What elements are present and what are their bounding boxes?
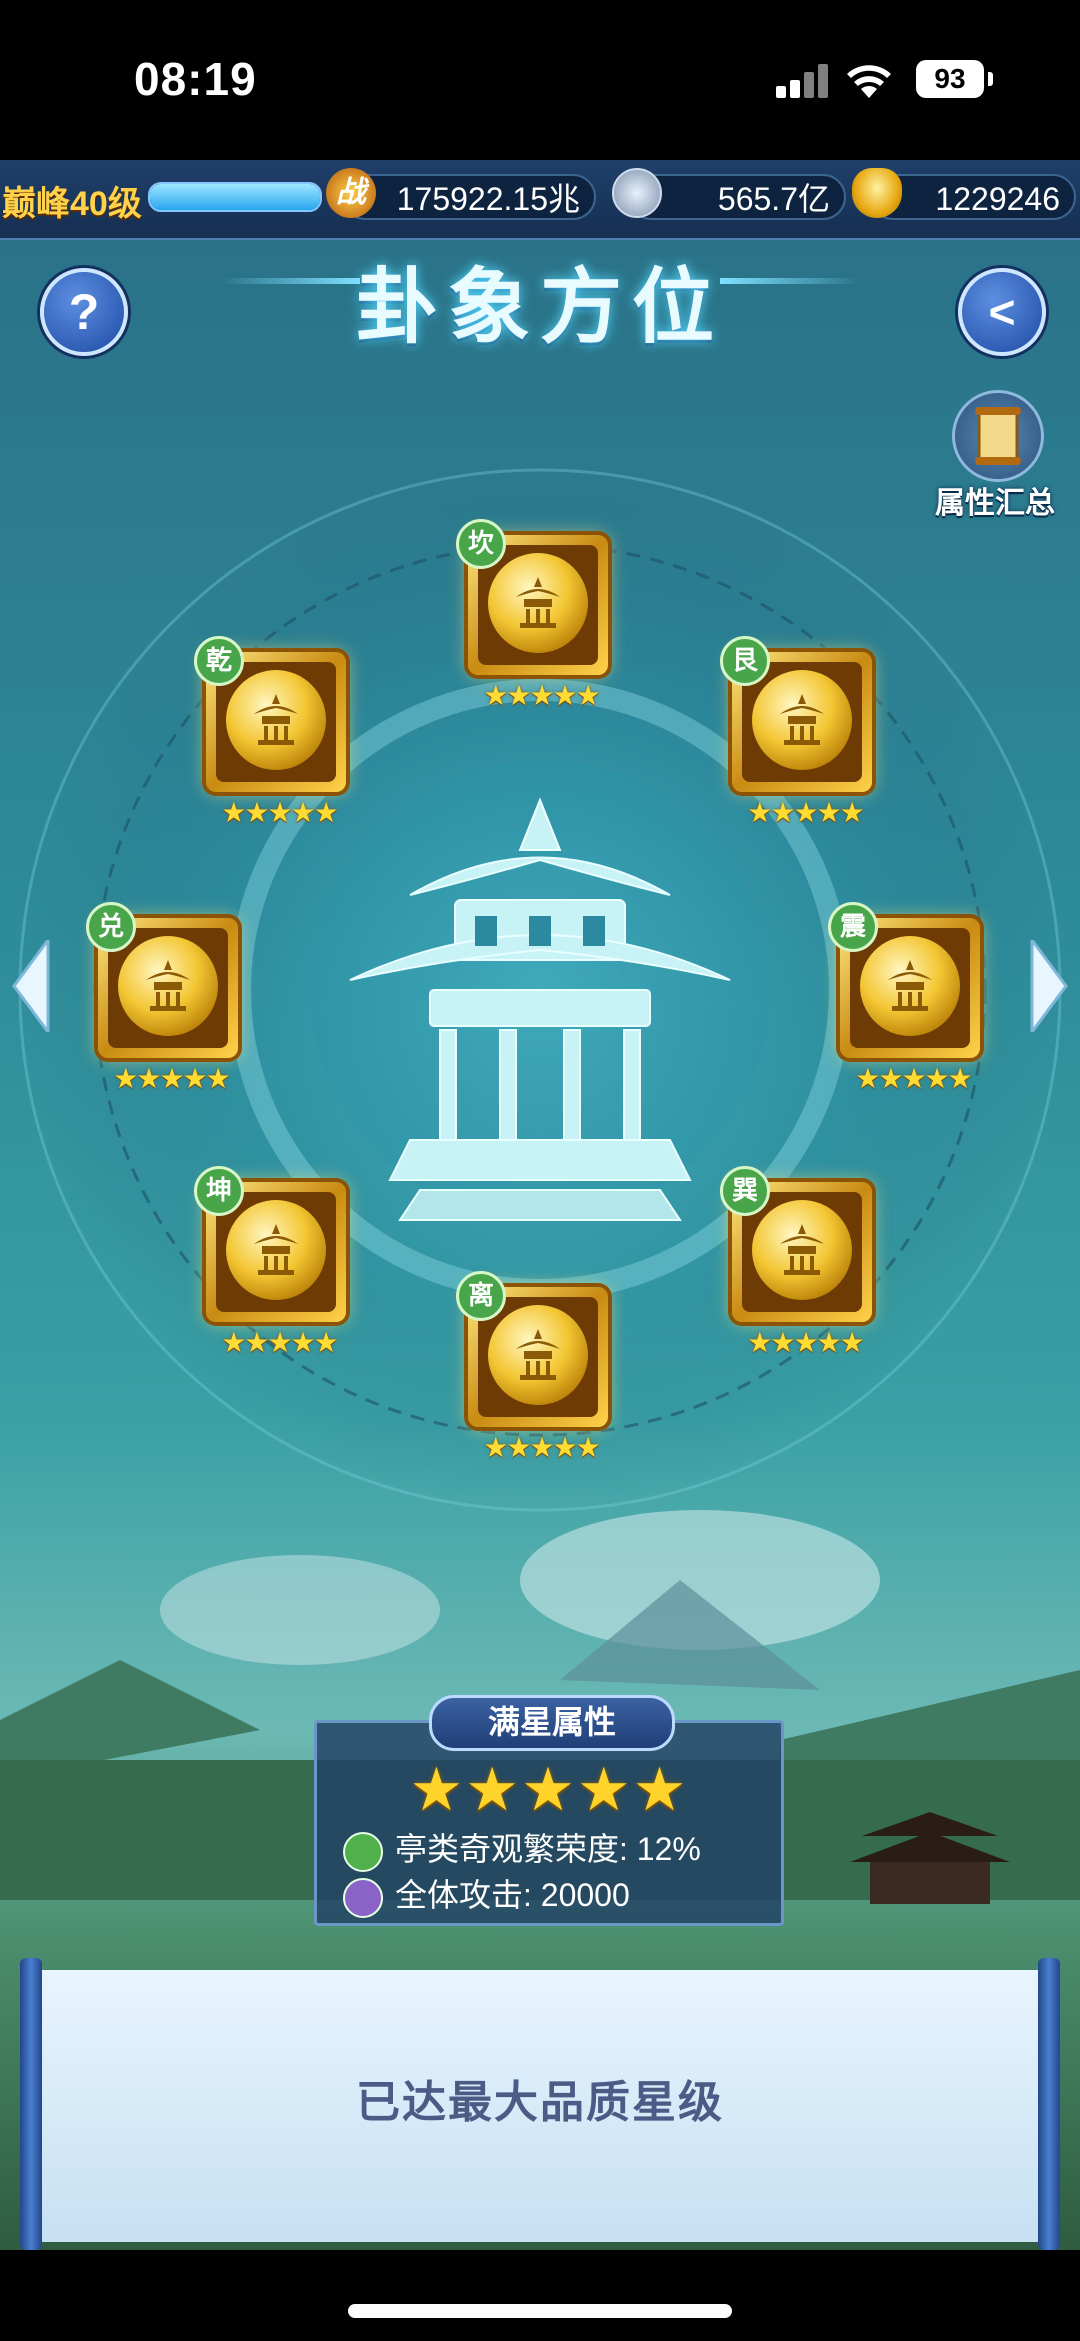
pavilion-orb-icon (226, 670, 326, 770)
trigram-slot[interactable]: 巽 ★★★★★ (720, 1166, 882, 1358)
combat-power-value: 175922.15兆 (342, 174, 596, 220)
resource-bar: 巅峰40级 175922.15兆 战 565.7亿 1229246 (0, 160, 1080, 240)
background-art (0, 468, 1080, 1904)
status-scroll: 已达最大品质星级 (20, 1958, 1060, 2250)
pavilion-orb-icon (752, 670, 852, 770)
trigram-badge: 离 (456, 1271, 506, 1321)
pavilion-orb-icon (118, 936, 218, 1036)
trigram-slot[interactable]: 兑 ★★★★★ (86, 902, 248, 1094)
status-bar: 08:19 93 (0, 0, 1080, 160)
level-progress-fill (150, 184, 320, 210)
scroll-icon (952, 390, 1044, 482)
star-rating: ★★★★★ (747, 797, 865, 828)
trigram-badge: 坎 (456, 519, 506, 569)
pavilion-orb-icon (226, 1200, 326, 1300)
full-star-title: 满星属性 (429, 1695, 675, 1751)
attribute-row: 亭类奇观繁荣度: 12% (343, 1827, 701, 1872)
battery-icon: 93 (916, 60, 984, 98)
trigram-slot[interactable]: 离 ★★★★★ (456, 1271, 618, 1463)
next-page-arrow[interactable] (1028, 940, 1068, 1032)
leaf-icon (343, 1831, 383, 1872)
home-indicator-area (0, 2250, 1080, 2341)
pavilion-orb-icon (860, 936, 960, 1036)
back-button[interactable]: < (958, 268, 1046, 356)
trigram-slot[interactable]: 艮 ★★★★★ (720, 636, 882, 828)
star-rating: ★★★★★ (483, 1432, 601, 1463)
gold-ingot-icon (852, 168, 902, 218)
clock: 08:19 (134, 53, 257, 105)
trigram-badge: 乾 (194, 636, 244, 686)
star-rating: ★★★★★ (221, 1327, 339, 1358)
prev-page-arrow[interactable] (12, 940, 52, 1032)
battery-tip (988, 72, 993, 86)
page-title: 卦象方位 (355, 262, 724, 353)
trigram-slot[interactable]: 坤 ★★★★★ (194, 1166, 356, 1358)
trigram-slot[interactable]: 坎 ★★★★★ (456, 519, 618, 711)
title-banner: 卦象方位 (220, 240, 860, 353)
star-rating: ★★★★★ (221, 797, 339, 828)
trigram-slot[interactable]: 震 ★★★★★ (828, 902, 990, 1094)
attribute-text: 全体攻击: 20000 (395, 1877, 630, 1913)
attribute-row: 全体攻击: 20000 (343, 1873, 630, 1918)
star-rating: ★★★★★ (855, 1063, 973, 1094)
trigram-slot[interactable]: 乾 ★★★★★ (194, 636, 356, 828)
trigram-badge: 震 (828, 902, 878, 952)
attribute-text: 亭类奇观繁荣度: 12% (395, 1831, 701, 1867)
pavilion-orb-icon (488, 553, 588, 653)
combat-power-icon: 战 (326, 168, 376, 218)
signal-icon (776, 64, 830, 98)
help-button[interactable]: ? (40, 268, 128, 356)
max-quality-message: 已达最大品质星级 (356, 2078, 724, 2127)
level-progress-bar (148, 182, 322, 212)
full-star-attribute-panel: 满星属性 ★★★★★ 亭类奇观繁荣度: 12% 全体攻击: 20000 (314, 1695, 784, 1926)
pavilion-orb-icon (488, 1305, 588, 1405)
wifi-icon (847, 65, 891, 98)
star-rating: ★★★★★ (747, 1327, 865, 1358)
home-indicator[interactable] (348, 2304, 732, 2318)
silver-coin-icon (612, 168, 662, 218)
trigram-badge: 坤 (194, 1166, 244, 1216)
full-star-rating: ★★★★★ (409, 1756, 689, 1823)
game-screen: 巅峰40级 175922.15兆 战 565.7亿 1229246 ? 卦象方位… (0, 160, 1080, 2250)
trigram-badge: 巽 (720, 1166, 770, 1216)
star-rating: ★★★★★ (483, 680, 601, 711)
peak-level: 巅峰40级 (2, 185, 142, 223)
sword-icon (343, 1877, 383, 1918)
trigram-badge: 兑 (86, 902, 136, 952)
pavilion-orb-icon (752, 1200, 852, 1300)
trigram-badge: 艮 (720, 636, 770, 686)
attribute-summary-label: 属性汇总 (935, 487, 1055, 520)
star-rating: ★★★★★ (113, 1063, 231, 1094)
